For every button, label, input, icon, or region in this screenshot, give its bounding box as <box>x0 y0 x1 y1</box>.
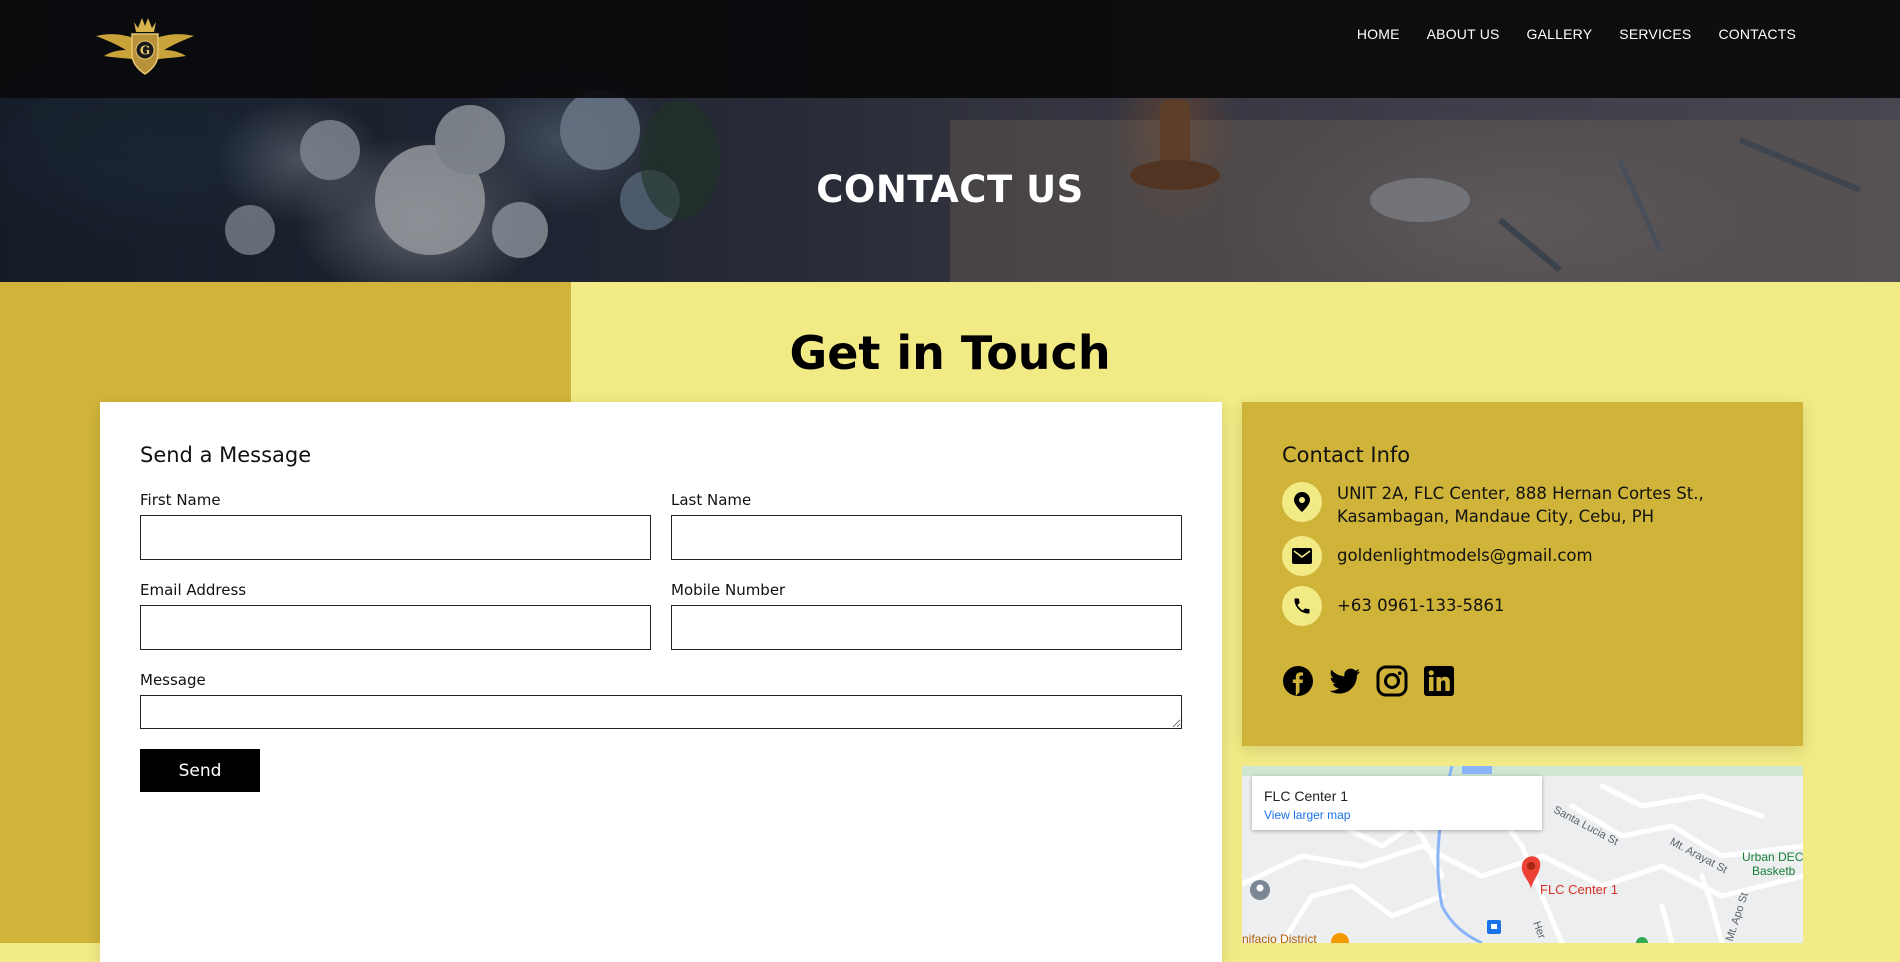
address-line-2: Kasambagan, Mandaue City, Cebu, PH <box>1337 507 1655 526</box>
twitter-icon[interactable] <box>1329 665 1361 697</box>
message-label: Message <box>140 671 206 689</box>
facebook-icon[interactable] <box>1282 665 1314 697</box>
mobile-input[interactable] <box>671 605 1182 650</box>
first-name-input[interactable] <box>140 515 651 560</box>
poi-urban-dec: Urban DEC <box>1742 850 1803 864</box>
nav-services[interactable]: SERVICES <box>1619 26 1691 42</box>
email-input[interactable] <box>140 605 651 650</box>
google-map[interactable]: FLC Center 1 View larger map FLC Center … <box>1242 766 1803 943</box>
poi-basketball: Basketb <box>1752 864 1796 878</box>
email-row: goldenlightmodels@gmail.com <box>1282 536 1593 576</box>
phone-text[interactable]: +63 0961-133-5861 <box>1337 586 1504 626</box>
map-info-popup: FLC Center 1 View larger map <box>1252 776 1542 830</box>
phone-row: +63 0961-133-5861 <box>1282 586 1504 626</box>
nav-about-us[interactable]: ABOUT US <box>1427 26 1500 42</box>
email-label: Email Address <box>140 581 247 599</box>
nav-home[interactable]: HOME <box>1357 26 1400 42</box>
address-row: UNIT 2A, FLC Center, 888 Hernan Cortes S… <box>1282 482 1704 528</box>
hero-title: CONTACT US <box>816 168 1084 211</box>
first-name-label: First Name <box>140 491 221 509</box>
nav-gallery[interactable]: GALLERY <box>1527 26 1593 42</box>
hero-banner: G HOME ABOUT US GALLERY SERVICES CONTACT… <box>0 0 1900 282</box>
envelope-icon <box>1282 536 1322 576</box>
last-name-label: Last Name <box>671 491 752 509</box>
section-title: Get in Touch <box>789 326 1111 380</box>
brand-logo[interactable]: G <box>96 14 194 76</box>
instagram-icon[interactable] <box>1376 665 1408 697</box>
nav-contacts[interactable]: CONTACTS <box>1718 26 1796 42</box>
mobile-label: Mobile Number <box>671 581 786 599</box>
contact-info-heading: Contact Info <box>1282 443 1411 467</box>
main-nav: HOME ABOUT US GALLERY SERVICES CONTACTS <box>1357 26 1796 42</box>
location-pin-icon <box>1282 482 1322 522</box>
send-button[interactable]: Send <box>140 749 260 792</box>
top-navbar: G HOME ABOUT US GALLERY SERVICES CONTACT… <box>0 0 1900 98</box>
address-text: UNIT 2A, FLC Center, 888 Hernan Cortes S… <box>1337 482 1704 528</box>
address-line-1: UNIT 2A, FLC Center, 888 Hernan Cortes S… <box>1337 484 1704 503</box>
svg-text:G: G <box>140 44 150 58</box>
map-place-name: FLC Center 1 <box>1264 788 1349 804</box>
last-name-input[interactable] <box>671 515 1182 560</box>
map-pin-label: FLC Center 1 <box>1540 882 1619 897</box>
linkedin-icon[interactable] <box>1423 665 1455 697</box>
message-form-card <box>100 402 1222 962</box>
poi-bonifacio-district: nifacio District <box>1242 932 1317 943</box>
form-heading: Send a Message <box>140 443 312 467</box>
message-textarea[interactable] <box>140 695 1182 729</box>
phone-icon <box>1282 586 1322 626</box>
view-larger-map-link[interactable]: View larger map <box>1264 808 1350 822</box>
email-text[interactable]: goldenlightmodels@gmail.com <box>1337 536 1593 576</box>
